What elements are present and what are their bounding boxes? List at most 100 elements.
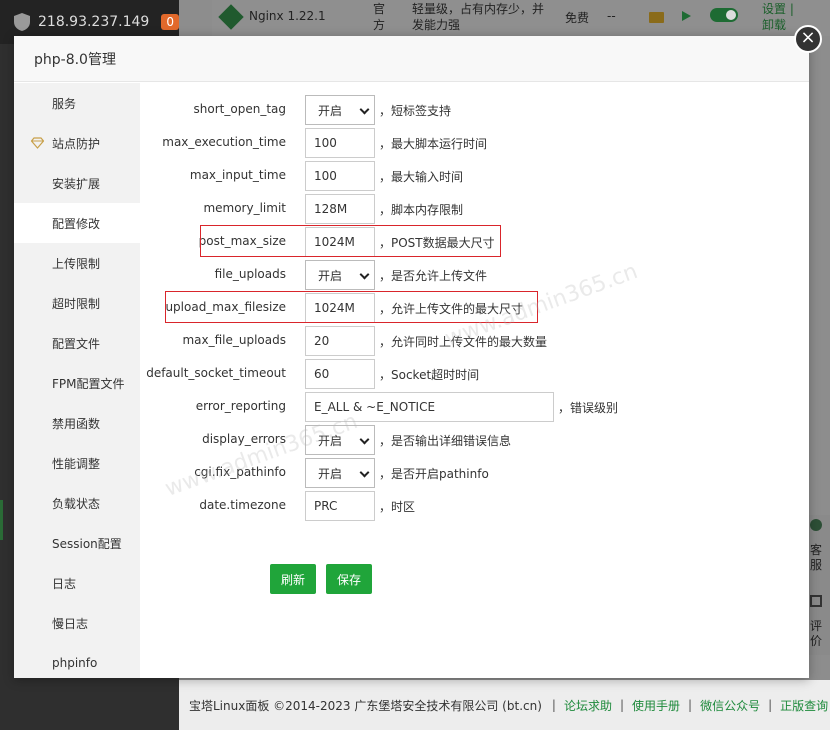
sidebar-item-slow-log[interactable]: 慢日志 (14, 603, 140, 643)
page-footer: 宝塔Linux面板 ©2014-2023 广东堡塔安全技术有限公司 (bt.cn… (179, 680, 830, 730)
sidebar-item-label: 负载状态 (52, 496, 101, 511)
max-input-time-input[interactable] (305, 161, 375, 191)
sidebar-item-label: phpinfo (52, 656, 98, 670)
footer-link-verify[interactable]: 正版查询 (780, 697, 828, 714)
software-source: 官方 (373, 2, 386, 32)
alert-count-badge[interactable]: 0 (161, 14, 179, 30)
setting-hint: ，是否开启pathinfo (379, 467, 489, 481)
footer-link-wechat[interactable]: 微信公众号 (700, 697, 760, 714)
sidebar-item-session[interactable]: Session配置 (14, 523, 140, 563)
date-timezone-input[interactable] (305, 491, 375, 521)
setting-label: memory_limit (203, 201, 286, 215)
setting-file-uploads: file_uploads 开启 ，是否允许上传文件 (140, 259, 800, 292)
footer-link-manual[interactable]: 使用手册 (632, 697, 680, 714)
software-row-nginx: Nginx 1.22.1 官方 轻量级，占有内存少，并发能力强 免费 -- 设置… (212, 0, 830, 36)
setting-label: default_socket_timeout (146, 366, 286, 380)
setting-label: max_execution_time (162, 135, 286, 149)
software-expire: -- (607, 9, 616, 23)
setting-hint: ，时区 (379, 500, 416, 514)
sidebar-item-log[interactable]: 日志 (14, 563, 140, 603)
default-socket-timeout-input[interactable] (305, 359, 375, 389)
display-errors-select[interactable]: 开启 (305, 425, 375, 455)
sidebar-item-disabled-functions[interactable]: 禁用函数 (14, 403, 140, 443)
memory-limit-input[interactable] (305, 194, 375, 224)
sidebar-item-performance[interactable]: 性能调整 (14, 443, 140, 483)
sidebar-item-label: FPM配置文件 (52, 376, 125, 391)
setting-hint: ，允许同时上传文件的最大数量 (379, 335, 548, 349)
background-accent (0, 500, 3, 540)
software-name: Nginx 1.22.1 (249, 9, 326, 23)
play-icon[interactable] (682, 11, 691, 21)
config-form: short_open_tag 开启 ，短标签支持 max_execution_t… (140, 83, 809, 678)
chevron-down-icon (359, 434, 370, 445)
setting-max-file-uploads: max_file_uploads ，允许同时上传文件的最大数量 (140, 325, 800, 358)
sidebar-item-label: 站点防护 (52, 136, 101, 151)
sidebar-item-label: 服务 (52, 96, 77, 111)
setting-hint: ，最大输入时间 (379, 170, 464, 184)
setting-label: date.timezone (199, 498, 286, 512)
setting-label: max_input_time (189, 168, 286, 182)
chevron-down-icon (359, 104, 370, 115)
sidebar-item-upload-limit[interactable]: 上传限制 (14, 243, 140, 283)
setting-label: short_open_tag (193, 102, 286, 116)
sidebar-item-label: 日志 (52, 576, 77, 591)
setting-label: max_file_uploads (182, 333, 286, 347)
modal-header: php-8.0管理 (14, 36, 809, 82)
sidebar-item-config-file[interactable]: 配置文件 (14, 323, 140, 363)
error-reporting-input[interactable] (305, 392, 554, 422)
highlight-post-max-size (200, 225, 501, 257)
sidebar-item-label: 禁用函数 (52, 416, 101, 431)
select-value: 开启 (318, 103, 343, 118)
close-icon[interactable]: × (794, 25, 822, 53)
setting-hint: ，脚本内存限制 (379, 203, 464, 217)
shield-icon (14, 13, 30, 31)
sidebar-item-label: 超时限制 (52, 296, 101, 311)
sidebar-item-label: 安装扩展 (52, 176, 101, 191)
folder-icon[interactable] (649, 12, 664, 23)
sidebar-item-label: 慢日志 (52, 616, 89, 631)
sidebar-item-label: Session配置 (52, 536, 122, 551)
footer-link-forum[interactable]: 论坛求助 (564, 697, 612, 714)
sidebar-item-site-protection[interactable]: 站点防护 (14, 123, 140, 163)
select-value: 开启 (318, 268, 343, 283)
customer-service-link[interactable]: 客服 (810, 543, 826, 573)
refresh-button[interactable]: 刷新 (270, 564, 316, 594)
max-file-uploads-input[interactable] (305, 326, 375, 356)
server-ip: 218.93.237.149 (38, 14, 150, 30)
sidebar-item-phpinfo[interactable]: phpinfo (14, 643, 140, 683)
setting-label: file_uploads (214, 267, 286, 281)
short-open-tag-select[interactable]: 开启 (305, 95, 375, 125)
modal-sidebar: 服务 站点防护 安装扩展 配置修改 上传限制 超时限制 配置文件 FPM配置文件… (14, 83, 140, 678)
setting-default-socket-timeout: default_socket_timeout ，Socket超时时间 (140, 358, 800, 391)
sidebar-item-extensions[interactable]: 安装扩展 (14, 163, 140, 203)
sidebar-item-timeout-limit[interactable]: 超时限制 (14, 283, 140, 323)
highlight-upload-max-filesize (165, 291, 538, 323)
modal-title: php-8.0管理 (34, 51, 116, 68)
sidebar-item-service[interactable]: 服务 (14, 83, 140, 123)
setting-short-open-tag: short_open_tag 开启 ，短标签支持 (140, 94, 800, 127)
setting-display-errors: display_errors 开启 ，是否输出详细错误信息 (140, 424, 800, 457)
setting-hint: ，最大脚本运行时间 (379, 137, 488, 151)
file-uploads-select[interactable]: 开启 (305, 260, 375, 290)
chevron-down-icon (359, 467, 370, 478)
review-link[interactable]: 评价 (810, 619, 826, 649)
sidebar-item-load-status[interactable]: 负载状态 (14, 483, 140, 523)
software-actions[interactable]: 设置 | 卸载 (762, 1, 796, 33)
setting-memory-limit: memory_limit ，脚本内存限制 (140, 193, 800, 226)
sidebar-item-label: 配置文件 (52, 336, 101, 351)
sidebar-item-fpm-config[interactable]: FPM配置文件 (14, 363, 140, 403)
php-manager-modal: php-8.0管理 服务 站点防护 安装扩展 配置修改 上传限制 超时限制 配置… (14, 36, 809, 678)
max-execution-time-input[interactable] (305, 128, 375, 158)
sidebar-item-config-edit[interactable]: 配置修改 (14, 203, 140, 243)
sidebar-item-label: 性能调整 (52, 456, 101, 471)
enable-toggle[interactable] (710, 8, 738, 22)
setting-cgi-fix-pathinfo: cgi.fix_pathinfo 开启 ，是否开启pathinfo (140, 457, 800, 490)
select-value: 开启 (318, 433, 343, 448)
save-button[interactable]: 保存 (326, 564, 372, 594)
sidebar-item-label: 配置修改 (52, 216, 101, 231)
software-description: 轻量级，占有内存少，并发能力强 (412, 2, 545, 32)
edit-icon[interactable] (810, 595, 822, 607)
setting-label: display_errors (202, 432, 286, 446)
chat-icon[interactable] (810, 519, 822, 531)
cgi-fix-pathinfo-select[interactable]: 开启 (305, 458, 375, 488)
